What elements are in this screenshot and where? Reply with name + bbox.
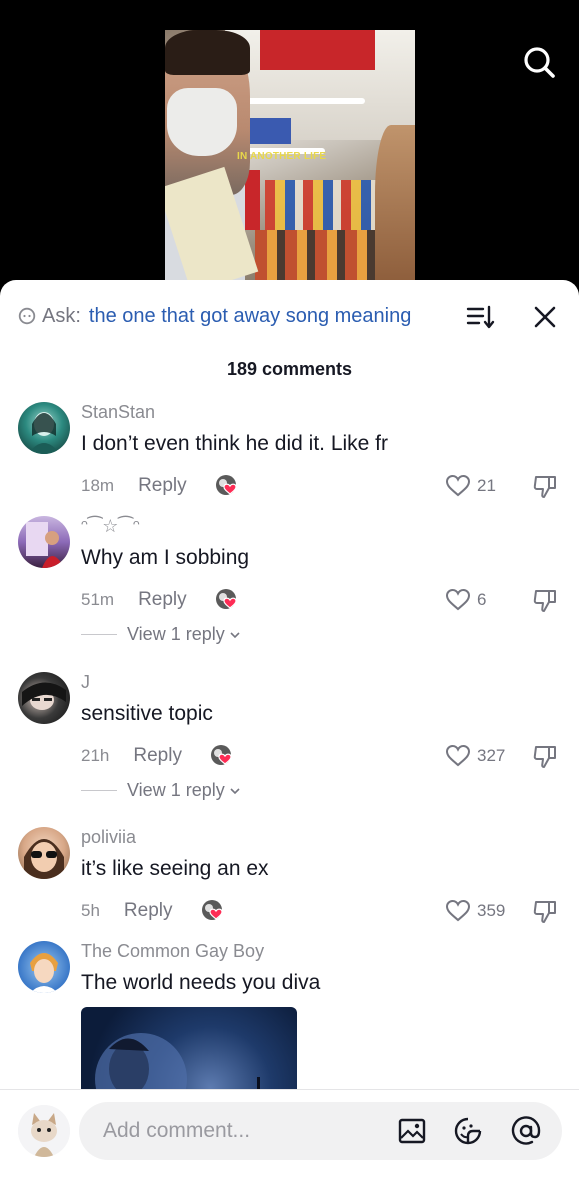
view-replies-label: View 1 reply [127, 780, 225, 800]
video-face-mask [167, 88, 237, 156]
ask-search-icon [18, 307, 36, 325]
dislike-icon [533, 476, 556, 498]
comments-count: 189 comments [226, 359, 353, 379]
avatar-image [22, 682, 66, 710]
like-count: 21 [477, 476, 496, 495]
video-light [245, 98, 365, 104]
comment-text: Why am I sobbing [81, 546, 250, 569]
reply-button[interactable]: Reply [138, 475, 187, 497]
heart-icon [445, 588, 471, 611]
at-mention-icon [511, 1116, 541, 1145]
like-button[interactable]: 327 [445, 744, 505, 768]
emoji-sticker-icon [454, 1117, 482, 1145]
dislike-icon [533, 590, 556, 612]
avatar[interactable] [18, 827, 70, 879]
video-caption: IN ANOTHER LIFE [237, 151, 327, 162]
dislike-button[interactable] [532, 899, 558, 925]
my-avatar-image [18, 1105, 70, 1157]
like-button[interactable]: 21 [445, 474, 496, 498]
comment-time: 5h [81, 901, 100, 920]
avatar[interactable] [18, 516, 70, 568]
sort-button[interactable] [466, 302, 496, 332]
creator-liked-icon [201, 899, 227, 923]
my-avatar[interactable] [18, 1105, 70, 1157]
like-count: 6 [477, 590, 487, 609]
comment-composer [0, 1089, 579, 1199]
mention-button[interactable] [511, 1116, 541, 1146]
comment-text: it’s like seeing an ex [81, 857, 269, 880]
comment-text: The world needs you diva [81, 971, 321, 994]
dislike-button[interactable] [532, 474, 558, 500]
avatar[interactable] [18, 941, 70, 993]
view-replies-button[interactable]: View 1 reply [81, 624, 241, 645]
close-icon [534, 306, 556, 328]
close-button[interactable] [530, 302, 560, 332]
divider [81, 634, 117, 635]
creator-liked-icon [210, 744, 236, 768]
creator-liked-icon [215, 588, 241, 612]
divider [81, 790, 117, 791]
comment-meta: 18m Reply [81, 474, 241, 498]
ask-query-link[interactable]: the one that got away song meaning [89, 305, 411, 328]
like-button[interactable]: 359 [445, 899, 505, 923]
comment-time: 18m [81, 476, 115, 495]
like-count: 327 [477, 746, 506, 765]
reply-button[interactable]: Reply [133, 745, 182, 767]
comment-username[interactable]: J [81, 672, 90, 693]
comment-meta: 51m Reply [81, 588, 241, 612]
dislike-icon [533, 746, 556, 768]
heart-icon [445, 899, 471, 922]
comment-input-container [79, 1102, 562, 1160]
avatar-image [26, 522, 64, 568]
comment-username[interactable]: poliviia [81, 827, 136, 848]
comment-attached-image[interactable] [81, 1007, 297, 1097]
avatar[interactable] [18, 672, 70, 724]
comment-time: 21h [81, 746, 110, 765]
avatar-image [24, 839, 64, 879]
chevron-down-icon [230, 787, 240, 794]
comment-input[interactable] [103, 1102, 373, 1160]
video-preview[interactable]: IN ANOTHER LIFE [165, 30, 415, 292]
comment-username[interactable]: StanStan [81, 402, 155, 423]
comments-sheet: Ask: the one that got away song meaning … [0, 280, 579, 1199]
ask-label: Ask: [42, 304, 81, 327]
dislike-icon [533, 901, 556, 923]
comment-text: I don’t even think he did it. Like fr [81, 432, 389, 455]
comment-meta: 5h Reply [81, 899, 227, 923]
comment-text: sensitive topic [81, 702, 213, 725]
reply-button[interactable]: Reply [138, 589, 187, 611]
reply-button[interactable]: Reply [124, 900, 173, 922]
attached-image-content [95, 1033, 260, 1097]
video-person-right [375, 125, 415, 292]
heart-icon [445, 474, 471, 497]
image-icon [398, 1118, 426, 1144]
ask-row[interactable]: Ask: the one that got away song meaning [18, 300, 561, 332]
video-person-hair [165, 30, 250, 75]
comment-username[interactable]: The Common Gay Boy [81, 941, 264, 962]
chevron-down-icon [230, 631, 240, 638]
dislike-button[interactable] [532, 588, 558, 614]
view-replies-label: View 1 reply [127, 624, 225, 644]
like-button[interactable]: 6 [445, 588, 486, 612]
comment-meta: 21h Reply [81, 744, 236, 768]
sticker-button[interactable] [453, 1116, 483, 1146]
video-area: IN ANOTHER LIFE [0, 0, 579, 300]
search-icon [524, 47, 555, 78]
dislike-button[interactable] [532, 744, 558, 770]
avatar-image [28, 412, 60, 454]
heart-icon [445, 744, 471, 767]
search-button[interactable] [519, 42, 559, 82]
like-count: 359 [477, 901, 506, 920]
comment-time: 51m [81, 590, 115, 609]
avatar-image [30, 953, 58, 993]
image-upload-button[interactable] [397, 1116, 427, 1146]
video-sign [260, 30, 375, 70]
creator-liked-icon [215, 474, 241, 498]
comment-username[interactable]: ᵔ⁀☆⁀ᵔ [81, 516, 140, 537]
avatar[interactable] [18, 402, 70, 454]
view-replies-button[interactable]: View 1 reply [81, 780, 241, 801]
sort-icon [466, 305, 495, 329]
